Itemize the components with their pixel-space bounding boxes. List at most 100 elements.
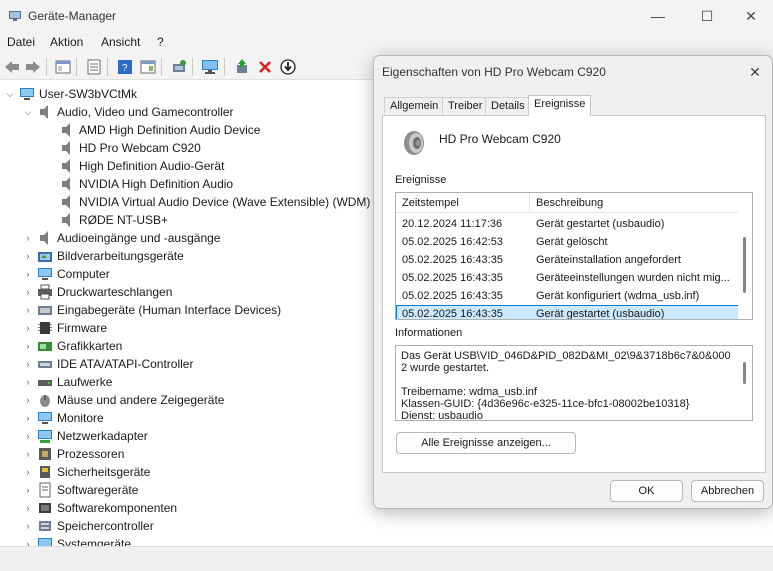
help-button[interactable]: ? bbox=[115, 57, 135, 77]
title-bar: Geräte-Manager — ☐ ✕ bbox=[0, 0, 773, 32]
chevron-right-icon[interactable]: › bbox=[22, 373, 34, 391]
tree-category-label: Druckwarteschlangen bbox=[57, 285, 173, 299]
event-time: 20.12.2024 11:17:36 bbox=[402, 218, 503, 230]
update-driver-button[interactable] bbox=[232, 57, 252, 77]
tree-category-item[interactable]: › Computer bbox=[22, 265, 110, 283]
chevron-right-icon[interactable]: › bbox=[22, 463, 34, 481]
tree-category-item[interactable]: › Mäuse und andere Zeigegeräte bbox=[22, 391, 224, 409]
scroll-thumb[interactable] bbox=[743, 362, 746, 384]
scroll-thumb[interactable] bbox=[743, 237, 746, 293]
tree-category-item[interactable]: › Eingabegeräte (Human Interface Devices) bbox=[22, 301, 282, 319]
tree-category-item[interactable]: › Systemgeräte bbox=[22, 535, 131, 546]
info-textbox[interactable]: Das Gerät USB\VID_046D&PID_082D&MI_02\9&… bbox=[395, 345, 753, 421]
tree-category-item[interactable]: › Prozessoren bbox=[22, 445, 125, 463]
tree-category-item[interactable]: › Grafikkarten bbox=[22, 337, 123, 355]
events-scrollbar[interactable] bbox=[738, 193, 752, 319]
event-row[interactable]: 05.02.2025 16:43:35 Gerät konfiguriert (w… bbox=[396, 287, 740, 305]
chevron-right-icon[interactable]: › bbox=[22, 427, 34, 445]
tree-category-item[interactable]: › Speichercontroller bbox=[22, 517, 154, 535]
tree-category-item[interactable]: › Audioeingänge und -ausgänge bbox=[22, 229, 220, 247]
properties-button[interactable] bbox=[84, 57, 104, 77]
tree-device-label: AMD High Definition Audio Device bbox=[79, 123, 261, 137]
computer-button[interactable] bbox=[200, 57, 220, 77]
chevron-right-icon[interactable]: › bbox=[22, 355, 34, 373]
dialog-close-button[interactable]: ✕ bbox=[744, 61, 766, 83]
tree-category-label: Softwaregeräte bbox=[57, 483, 139, 497]
tree-device-item[interactable]: HD Pro Webcam C920 bbox=[56, 139, 201, 157]
chevron-right-icon[interactable]: › bbox=[22, 283, 34, 301]
events-list[interactable]: Zeitstempel Beschreibung 20.12.2024 11:1… bbox=[395, 192, 753, 320]
event-row[interactable]: 05.02.2025 16:43:35 Geräteinstallation an… bbox=[396, 251, 740, 269]
chevron-right-icon[interactable]: › bbox=[22, 391, 34, 409]
tree-category-label: Netzwerkadapter bbox=[57, 429, 148, 443]
tree-category-item[interactable]: › Bildverarbeitungsgeräte bbox=[22, 247, 184, 265]
tree-category-item[interactable]: › Softwaregeräte bbox=[22, 481, 138, 499]
minimize-icon: — bbox=[651, 8, 665, 24]
menu-help[interactable]: ? bbox=[157, 35, 164, 49]
chevron-down-icon[interactable]: ⌵ bbox=[22, 103, 34, 121]
tree-category-item[interactable]: › Netzwerkadapter bbox=[22, 427, 148, 445]
tree-category-item[interactable]: › Sicherheitsgeräte bbox=[22, 463, 151, 481]
uninstall-button[interactable] bbox=[255, 57, 275, 77]
show-hide-tree-button[interactable] bbox=[53, 57, 73, 77]
tree-device-item[interactable]: High Definition Audio-Gerät bbox=[56, 157, 224, 175]
chevron-right-icon[interactable]: › bbox=[22, 301, 34, 319]
tab-treiber[interactable]: Treiber bbox=[442, 97, 489, 115]
disable-device-button[interactable] bbox=[278, 57, 298, 77]
tree-device-item[interactable]: NVIDIA Virtual Audio Device (Wave Extens… bbox=[56, 193, 370, 211]
view-button[interactable] bbox=[138, 57, 158, 77]
tree-device-item[interactable]: AMD High Definition Audio Device bbox=[56, 121, 260, 139]
chevron-right-icon[interactable]: › bbox=[22, 499, 34, 517]
chevron-right-icon[interactable]: › bbox=[22, 265, 34, 283]
info-scrollbar[interactable] bbox=[738, 346, 752, 420]
scan-hardware-icon bbox=[173, 60, 186, 72]
tree-category-item[interactable]: › Firmware bbox=[22, 319, 108, 337]
device-name: HD Pro Webcam C920 bbox=[439, 132, 561, 146]
speaker-icon bbox=[404, 131, 424, 155]
chevron-right-icon[interactable]: › bbox=[22, 247, 34, 265]
event-row[interactable]: 20.12.2024 11:17:36 Gerät gestartet (usba… bbox=[396, 215, 740, 233]
tree-device-item[interactable]: NVIDIA High Definition Audio bbox=[56, 175, 233, 193]
chevron-right-icon[interactable]: › bbox=[22, 445, 34, 463]
column-description[interactable]: Beschreibung bbox=[536, 197, 603, 209]
tree-category-item[interactable]: › IDE ATA/ATAPI-Controller bbox=[22, 355, 194, 373]
event-row[interactable]: 05.02.2025 16:43:35 Geräteeinstellungen w… bbox=[396, 269, 740, 287]
chevron-right-icon[interactable]: › bbox=[22, 409, 34, 427]
all-events-button[interactable]: Alle Ereignisse anzeigen... bbox=[396, 432, 576, 454]
tree-category-item[interactable]: › Druckwarteschlangen bbox=[22, 283, 172, 301]
tree-category-audio-video[interactable]: ⌵ Audio, Video und Gamecontroller bbox=[22, 103, 234, 121]
event-description: Gerät konfiguriert (wdma_usb.inf) bbox=[536, 290, 700, 302]
forward-button[interactable] bbox=[23, 57, 43, 77]
tree-category-item[interactable]: › Laufwerke bbox=[22, 373, 113, 391]
column-timestamp[interactable]: Zeitstempel bbox=[402, 197, 459, 209]
ok-button[interactable]: OK bbox=[610, 480, 683, 502]
maximize-button[interactable]: ☐ bbox=[684, 0, 730, 32]
chevron-right-icon[interactable]: › bbox=[22, 319, 34, 337]
tree-device-item[interactable]: RØDE NT-USB+ bbox=[56, 211, 168, 229]
chevron-right-icon[interactable]: › bbox=[22, 337, 34, 355]
tree-root[interactable]: ⌵ User-SW3bVCtMk bbox=[4, 85, 137, 103]
tree-category-label: Speichercontroller bbox=[57, 519, 154, 533]
tree-category-item[interactable]: › Softwarekomponenten bbox=[22, 499, 178, 517]
info-text[interactable]: Das Gerät USB\VID_046D&PID_082D&MI_02\9&… bbox=[401, 350, 735, 420]
chevron-right-icon[interactable]: › bbox=[22, 535, 34, 546]
menu-ansicht[interactable]: Ansicht bbox=[101, 35, 140, 49]
minimize-button[interactable]: — bbox=[635, 0, 681, 32]
tab-ereignisse[interactable]: Ereignisse bbox=[528, 95, 592, 116]
chevron-right-icon[interactable]: › bbox=[22, 481, 34, 499]
cancel-button[interactable]: Abbrechen bbox=[691, 480, 764, 502]
chevron-right-icon[interactable]: › bbox=[22, 517, 34, 535]
tab-allgemein[interactable]: Allgemein bbox=[384, 97, 445, 115]
event-row[interactable]: 05.02.2025 16:43:35 Gerät gestartet (usba… bbox=[396, 305, 740, 319]
tree-category-item[interactable]: › Monitore bbox=[22, 409, 104, 427]
scan-hardware-button[interactable] bbox=[169, 57, 189, 77]
chevron-right-icon[interactable]: › bbox=[22, 229, 34, 247]
menu-datei[interactable]: Datei bbox=[7, 35, 35, 49]
event-row[interactable]: 05.02.2025 16:42:53 Gerät gelöscht bbox=[396, 233, 740, 251]
chevron-down-icon[interactable]: ⌵ bbox=[4, 85, 16, 103]
close-button[interactable]: ✕ bbox=[728, 0, 773, 32]
tab-details[interactable]: Details bbox=[485, 97, 531, 115]
back-button[interactable] bbox=[2, 57, 22, 77]
view-icon bbox=[140, 60, 156, 74]
menu-aktion[interactable]: Aktion bbox=[50, 35, 83, 49]
